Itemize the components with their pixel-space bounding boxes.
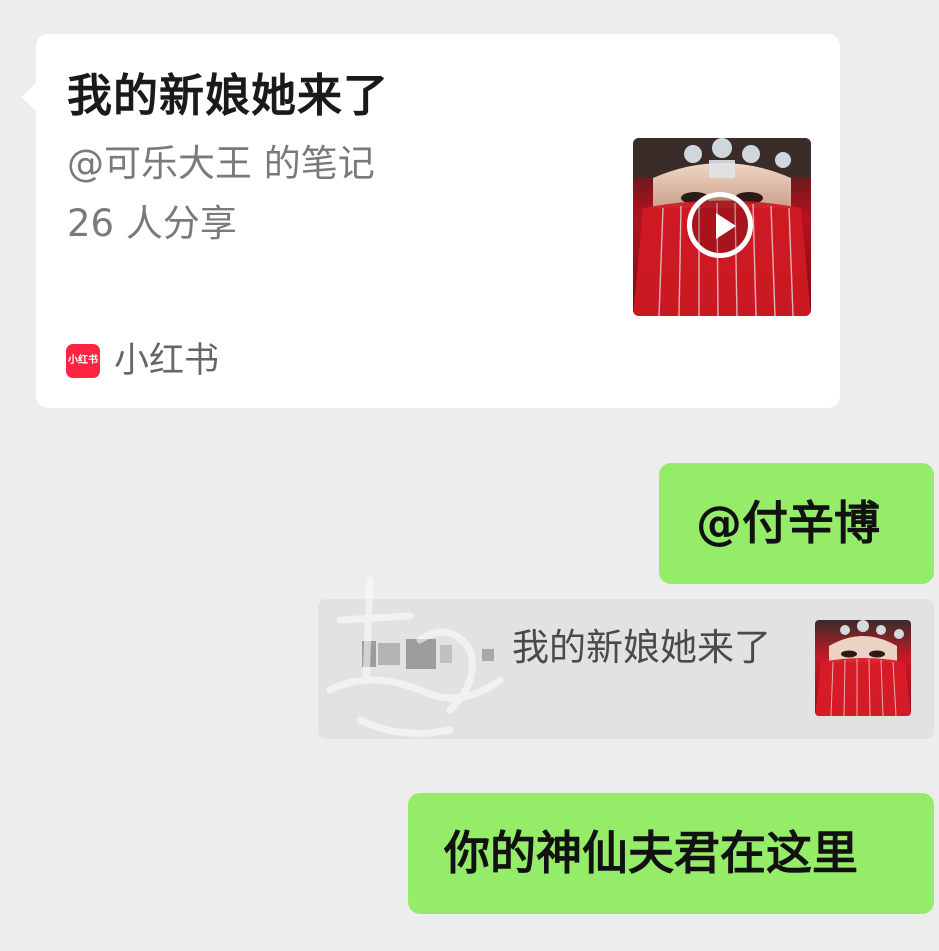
- video-thumbnail[interactable]: [633, 138, 811, 316]
- quote-text: 我的新娘她来了: [512, 626, 771, 669]
- quote-sender-name-pixelated: [362, 633, 502, 675]
- card-author: @可乐大王 的笔记: [67, 142, 375, 185]
- card-share-count: 26 人分享: [67, 202, 237, 245]
- play-icon[interactable]: [687, 192, 753, 258]
- shared-note-card[interactable]: 我的新娘她来了 @可乐大王 的笔记 26 人分享 小红书 小红书: [21, 34, 840, 408]
- quoted-message[interactable]: 我的新娘她来了: [318, 599, 934, 739]
- reply-text: 你的神仙夫君在这里: [444, 826, 858, 880]
- quote-thumbnail-image: [815, 620, 911, 716]
- message-bubble-reply[interactable]: 你的神仙夫君在这里: [408, 793, 934, 914]
- xiaohongshu-logo-icon: 小红书: [66, 344, 100, 378]
- mention-text: @付辛博: [696, 496, 880, 550]
- source-app-name: 小红书: [114, 341, 220, 381]
- chat-view: 我的新娘她来了 @可乐大王 的笔记 26 人分享 小红书 小红书 @付辛博 我的…: [0, 0, 939, 951]
- quote-thumbnail: [815, 620, 911, 716]
- message-bubble-mention[interactable]: @付辛博: [659, 463, 934, 584]
- card-title: 我的新娘她来了: [67, 69, 390, 122]
